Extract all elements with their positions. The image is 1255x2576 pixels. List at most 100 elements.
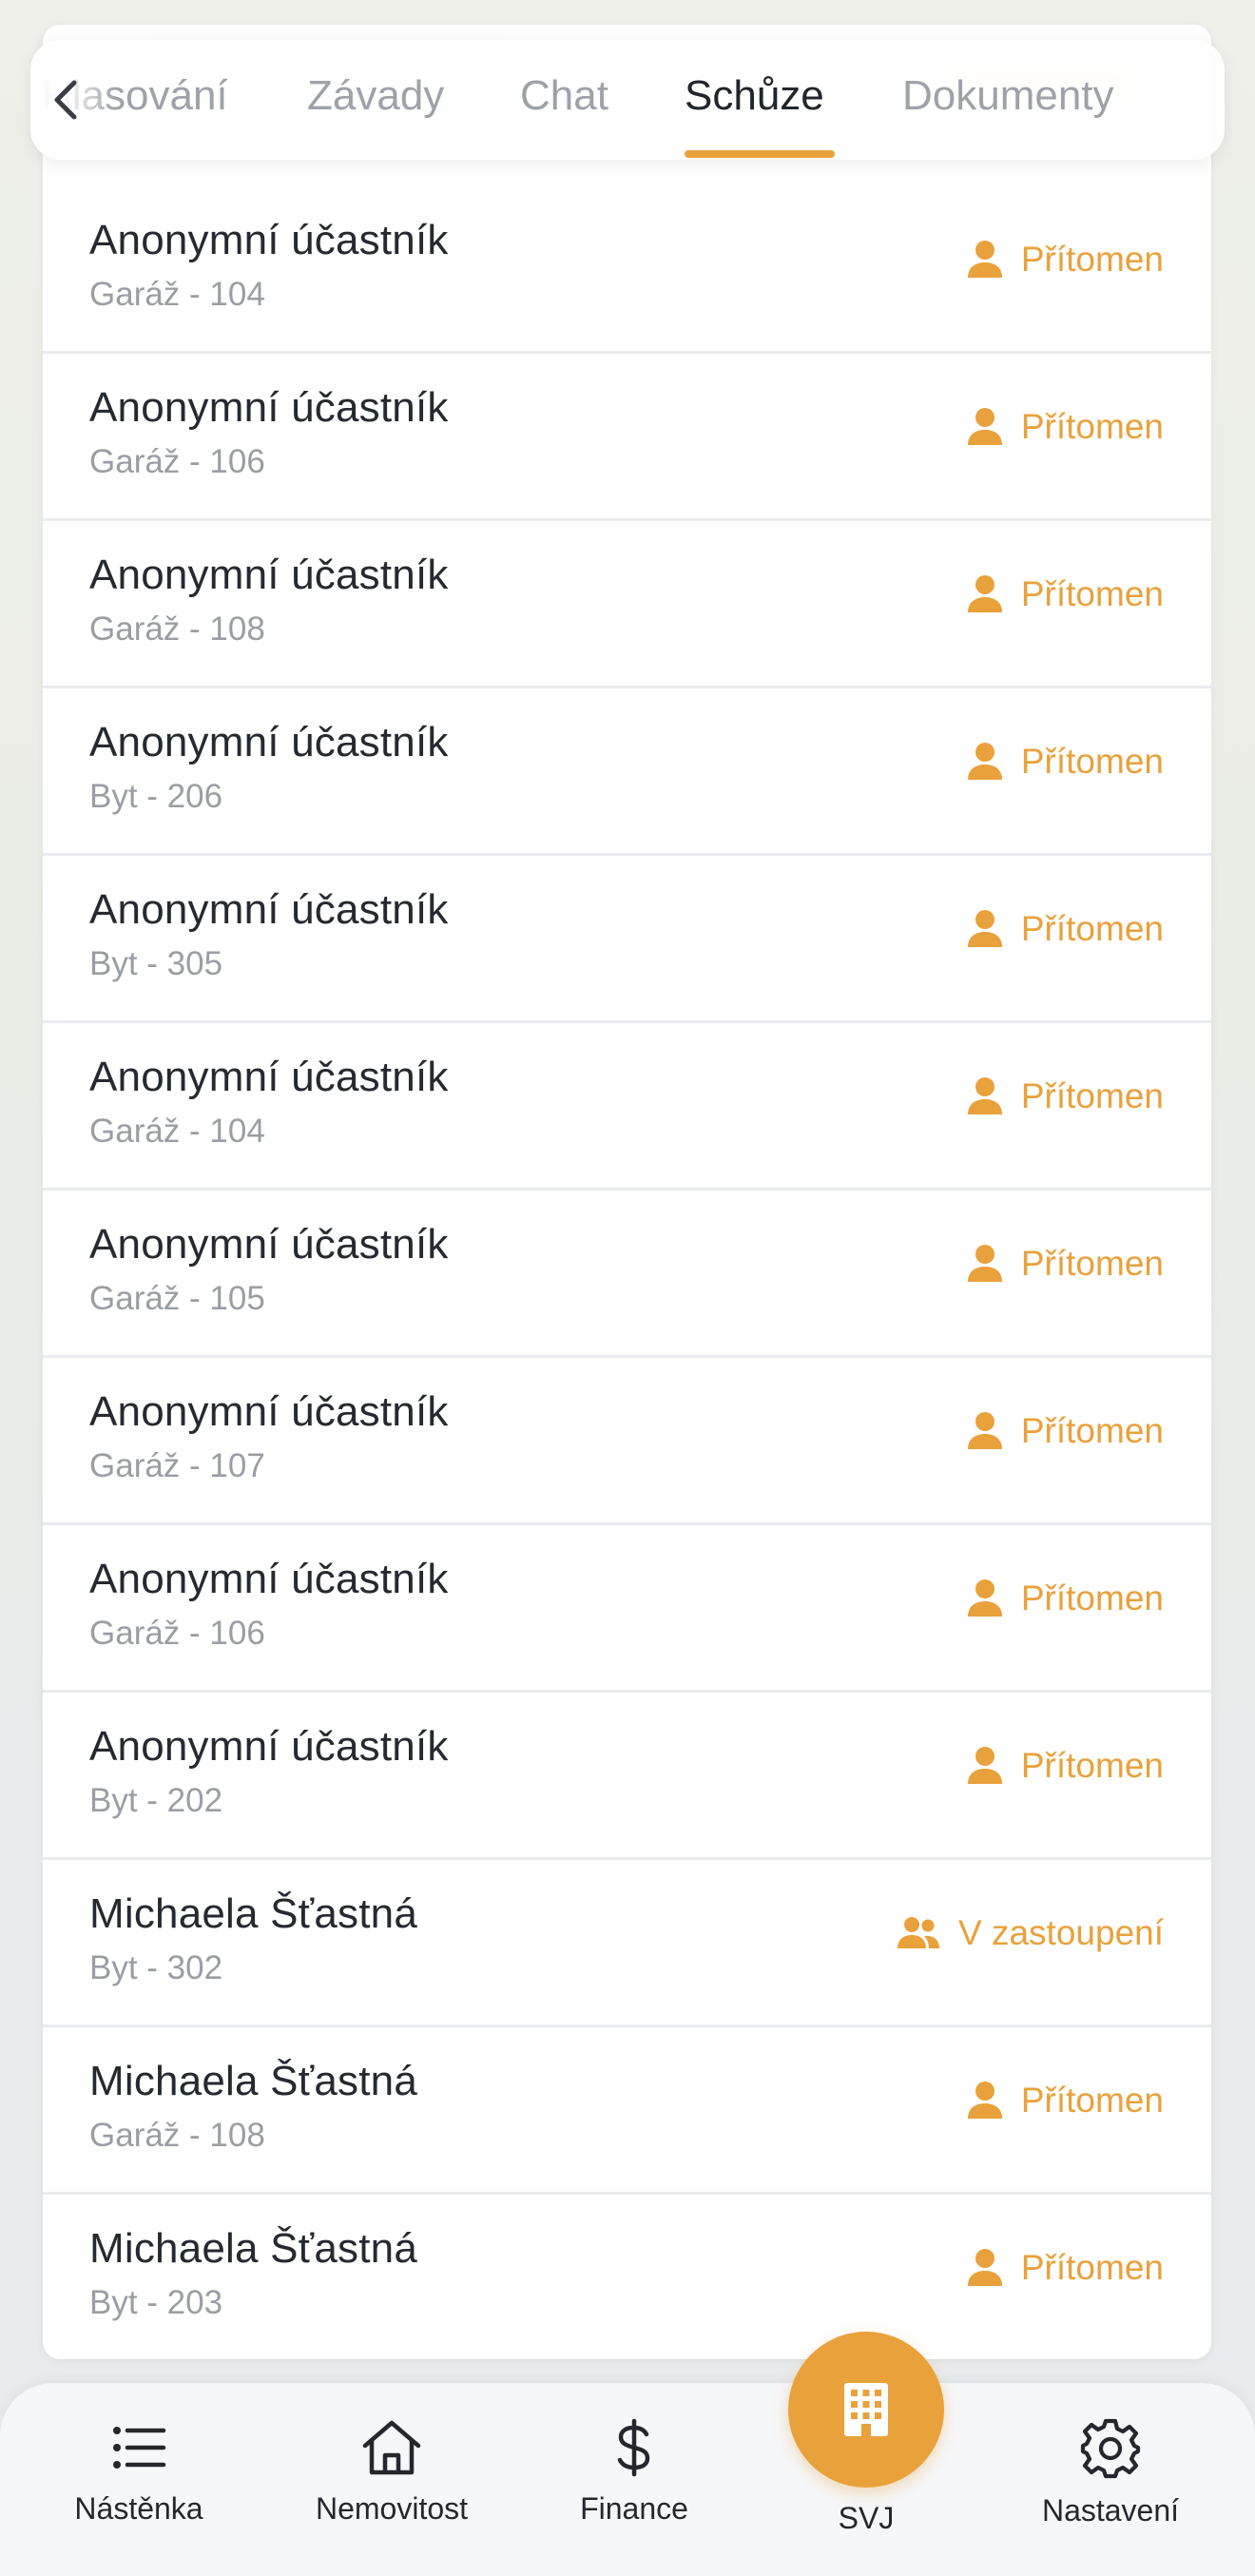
nav-label: Finance xyxy=(580,2491,688,2526)
participant-unit: Byt - 305 xyxy=(89,945,223,982)
nav-label: Nastavení xyxy=(1041,2493,1180,2528)
person-icon xyxy=(967,910,1002,947)
person-icon xyxy=(967,1747,1002,1784)
participant-name: Anonymní účastník xyxy=(89,719,449,765)
attendance-status: Přítomen xyxy=(966,407,1164,447)
participant-row[interactable]: Anonymní účastník Garáž - 107 Přítomen xyxy=(43,1358,1211,1525)
tab-chat[interactable]: Chat xyxy=(520,72,608,120)
participant-row[interactable]: Michaela Šťastná Byt - 203 Přítomen xyxy=(43,2195,1211,2359)
attendance-status: Přítomen xyxy=(966,2081,1164,2121)
attendance-status: Přítomen xyxy=(966,1411,1164,1451)
attendance-status-label: Přítomen xyxy=(1020,240,1164,279)
attendance-status-label: Přítomen xyxy=(1020,1746,1164,1785)
nav-label: Nástěnka xyxy=(74,2491,203,2526)
dollar-icon xyxy=(617,2418,650,2477)
participant-row[interactable]: Anonymní účastník Garáž - 106 Přítomen xyxy=(43,1525,1211,1693)
participant-unit: Byt - 203 xyxy=(89,2284,223,2321)
participant-unit: Garáž - 108 xyxy=(89,610,265,648)
participant-name: Anonymní účastník xyxy=(89,217,449,263)
participant-name: Anonymní účastník xyxy=(89,1556,449,1602)
tab-documents[interactable]: Dokumenty xyxy=(902,72,1114,120)
person-icon xyxy=(967,2082,1002,2119)
attendance-status-label: V zastoupení xyxy=(958,1913,1164,1952)
nav-label: Nemovitost xyxy=(315,2491,469,2526)
participants-card: Anonymní účastník Garáž - 104 Přítomen Anon… xyxy=(43,25,1211,2359)
participant-name: Anonymní účastník xyxy=(89,384,449,431)
participant-unit: Garáž - 106 xyxy=(89,1615,265,1652)
participant-row[interactable]: Anonymní účastník Garáž - 106 Přítomen xyxy=(43,354,1211,521)
nav-item-nastaveni[interactable]: Nastavení xyxy=(1006,2417,1215,2528)
attendance-status-label: Přítomen xyxy=(1020,574,1164,613)
participant-name: Michaela Šťastná xyxy=(89,2058,417,2104)
attendance-status: Přítomen xyxy=(966,1579,1164,1618)
person-icon xyxy=(967,1245,1002,1282)
person-icon xyxy=(967,1412,1002,1449)
participant-row[interactable]: Anonymní účastník Byt - 305 Přítomen xyxy=(43,856,1211,1023)
gear-icon xyxy=(1080,2418,1141,2479)
participant-row[interactable]: Anonymní účastník Byt - 202 Přítomen xyxy=(43,1693,1211,1860)
attendance-status-label: Přítomen xyxy=(1020,2081,1164,2120)
attendance-status: Přítomen xyxy=(966,1746,1164,1786)
attendance-status: Přítomen xyxy=(966,742,1164,782)
attendance-status-label: Přítomen xyxy=(1020,909,1164,948)
participant-row[interactable]: Michaela Šťastná Garáž - 108 Přítomen xyxy=(43,2027,1211,2195)
participant-name: Michaela Šťastná xyxy=(89,2225,417,2272)
participant-unit: Byt - 302 xyxy=(89,1949,223,1986)
chevron-left-icon[interactable] xyxy=(48,78,86,122)
participants-list: Anonymní účastník Garáž - 104 Přítomen Anon… xyxy=(43,186,1211,2359)
participant-name: Anonymní účastník xyxy=(89,1388,449,1435)
person-icon xyxy=(967,1579,1002,1617)
person-icon xyxy=(967,743,1002,780)
participant-name: Anonymní účastník xyxy=(89,552,449,598)
participant-name: Anonymní účastník xyxy=(89,1221,449,1268)
attendance-status: Přítomen xyxy=(966,909,1164,949)
group-icon xyxy=(898,1917,940,1948)
attendance-status-label: Přítomen xyxy=(1020,1076,1164,1115)
participant-unit: Garáž - 104 xyxy=(89,1113,265,1150)
tab-meetings[interactable]: Schůze xyxy=(685,72,824,120)
participant-row[interactable]: Anonymní účastník Garáž - 108 Přítomen xyxy=(43,521,1211,688)
attendance-status: Přítomen xyxy=(966,574,1164,614)
nav-item-svj[interactable] xyxy=(788,2332,944,2488)
attendance-status: Přítomen xyxy=(966,1244,1164,1284)
participant-name: Michaela Šťastná xyxy=(89,1890,417,1937)
attendance-status-label: Přítomen xyxy=(1020,742,1164,781)
list-icon xyxy=(113,2427,166,2469)
participant-row[interactable]: Anonymní účastník Garáž - 105 Přítomen xyxy=(43,1191,1211,1358)
participant-unit: Garáž - 105 xyxy=(89,1280,265,1317)
attendance-status-label: Přítomen xyxy=(1020,1411,1164,1450)
attendance-status: Přítomen xyxy=(966,1076,1164,1116)
tabs-track: Hlasování Závady Chat Schůze Dokumenty xyxy=(30,40,1225,160)
attendance-status-label: Přítomen xyxy=(1020,407,1164,446)
attendance-status-label: Přítomen xyxy=(1020,1244,1164,1283)
person-icon xyxy=(967,241,1002,278)
person-icon xyxy=(967,575,1002,612)
nav-item-nemovitost[interactable]: Nemovitost xyxy=(287,2417,496,2527)
person-icon xyxy=(967,1077,1002,1114)
participant-name: Anonymní účastník xyxy=(89,1723,449,1770)
participant-unit: Garáž - 107 xyxy=(89,1447,265,1484)
tabs-bar: Hlasování Závady Chat Schůze Dokumenty xyxy=(30,40,1225,160)
attendance-status: Přítomen xyxy=(966,2248,1164,2288)
active-tab-indicator xyxy=(685,150,835,158)
participant-row[interactable]: Michaela Šťastná Byt - 302 V zastoupení xyxy=(43,1860,1211,2027)
home-icon xyxy=(362,2420,421,2475)
nav-item-finance[interactable]: Finance xyxy=(530,2417,739,2527)
building-icon xyxy=(844,2383,888,2436)
tab-defects[interactable]: Závady xyxy=(307,72,444,120)
participant-name: Anonymní účastník xyxy=(89,886,449,933)
nav-label-svj: SVJ xyxy=(838,2501,895,2535)
attendance-status-label: Přítomen xyxy=(1020,1579,1164,1617)
participant-unit: Garáž - 104 xyxy=(89,276,265,313)
participant-unit: Garáž - 108 xyxy=(89,2117,265,2154)
participant-row[interactable]: Anonymní účastník Byt - 206 Přítomen xyxy=(43,688,1211,856)
participant-row[interactable]: Anonymní účastník Garáž - 104 Přítomen xyxy=(43,186,1211,354)
participant-unit: Garáž - 106 xyxy=(89,443,265,480)
attendance-status: Přítomen xyxy=(966,240,1164,280)
person-icon xyxy=(967,408,1002,445)
participant-unit: Byt - 206 xyxy=(89,778,223,815)
participant-row[interactable]: Anonymní účastník Garáž - 104 Přítomen xyxy=(43,1023,1211,1191)
attendance-status: V zastoupení xyxy=(896,1913,1164,1953)
bottom-navigation: Nástěnka Nemovitost Finance SVJ Nastaven… xyxy=(0,2332,1255,2576)
nav-item-nastenka[interactable]: Nástěnka xyxy=(34,2417,243,2527)
